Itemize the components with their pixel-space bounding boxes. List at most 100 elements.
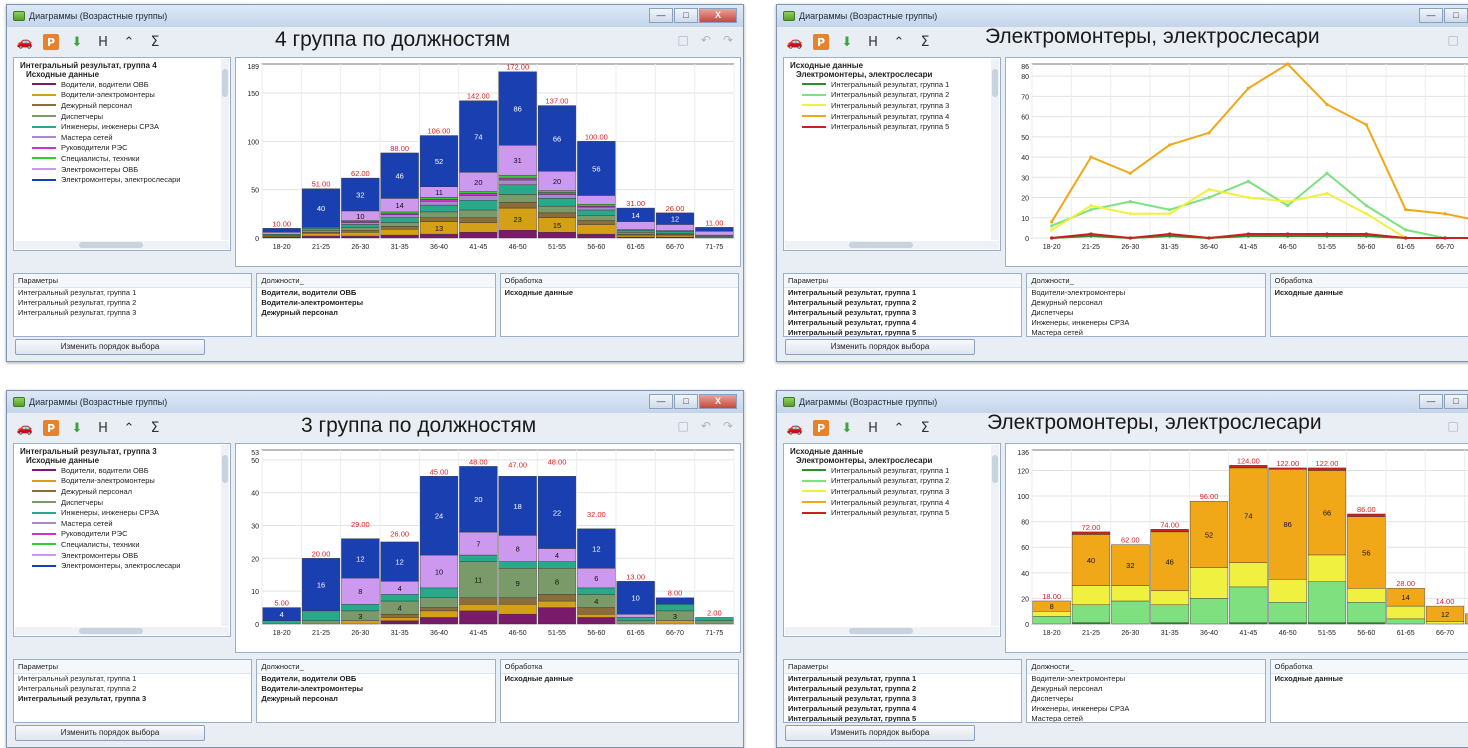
list-item[interactable]: Интегральный результат, группа 2 xyxy=(14,684,251,694)
list-item[interactable]: Мастера сетей xyxy=(1027,328,1264,336)
sigma-icon[interactable]: Σ xyxy=(917,34,933,50)
list-item[interactable]: Дежурный персонал xyxy=(257,694,494,704)
p-report-icon[interactable]: P xyxy=(43,420,59,436)
chart-up-icon[interactable]: ⌃ xyxy=(891,34,907,50)
list-item[interactable]: Диспетчеры xyxy=(1027,308,1264,318)
scroll-thumb[interactable] xyxy=(992,455,998,483)
maximize-button[interactable]: □ xyxy=(674,8,698,23)
change-order-button[interactable]: Изменить порядок выбора xyxy=(15,339,205,355)
minimize-button[interactable]: — xyxy=(1419,8,1443,23)
list-item[interactable]: Дежурный персонал xyxy=(1027,298,1264,308)
positions-pane[interactable]: Должности_ Водители, водители ОВБ Водители… xyxy=(256,273,496,337)
minimize-button[interactable]: — xyxy=(649,394,673,409)
list-item[interactable]: Интегральный результат, группа 2 xyxy=(784,298,1021,308)
legend-item[interactable]: Водители, водители ОВБ xyxy=(14,465,230,476)
download-icon[interactable]: ⬇ xyxy=(839,34,855,50)
legend-item[interactable]: Интегральный результат, группа 3 xyxy=(784,486,1000,497)
close-button[interactable]: X xyxy=(699,8,737,23)
h-icon[interactable]: H xyxy=(865,420,881,436)
list-item[interactable]: Водители, водители ОВБ xyxy=(257,674,494,684)
legend-item[interactable]: Специалисты, техники xyxy=(14,153,230,164)
sigma-icon[interactable]: Σ xyxy=(147,420,163,436)
h-icon[interactable]: H xyxy=(865,34,881,50)
minimize-button[interactable]: — xyxy=(649,8,673,23)
download-icon[interactable]: ⬇ xyxy=(69,34,85,50)
list-item[interactable]: Интегральный результат, группа 2 xyxy=(784,684,1021,694)
legend-item[interactable]: Мастера сетей xyxy=(14,132,230,143)
legend-horizontal-scrollbar[interactable] xyxy=(15,241,229,249)
params-pane[interactable]: Параметры Интегральный результат, группа … xyxy=(13,659,253,723)
legend-item[interactable]: Интегральный результат, группа 4 xyxy=(784,111,1000,122)
processing-pane[interactable]: Обработка Исходные данные xyxy=(1269,273,1468,337)
legend-item[interactable]: Интегральный результат, группа 3 xyxy=(784,100,1000,111)
legend-vertical-scrollbar[interactable] xyxy=(221,445,229,626)
list-item[interactable]: Интегральный результат, группа 4 xyxy=(784,704,1021,714)
processing-pane[interactable]: Обработка Исходные данные xyxy=(499,273,739,337)
change-order-button[interactable]: Изменить порядок выбора xyxy=(785,339,975,355)
list-item[interactable]: Интегральный результат, группа 1 xyxy=(14,674,251,684)
params-pane[interactable]: Параметры Интегральный результат, группа … xyxy=(783,273,1023,337)
car-icon[interactable]: 🚗 xyxy=(17,420,33,436)
list-item[interactable]: Интегральный результат, группа 3 xyxy=(14,694,251,704)
scroll-thumb[interactable] xyxy=(222,69,228,97)
legend-item[interactable]: Инженеры, инженеры СРЗА xyxy=(14,121,230,132)
legend-item[interactable]: Диспетчеры xyxy=(14,497,230,508)
legend-horizontal-scrollbar[interactable] xyxy=(785,241,999,249)
close-button[interactable]: X xyxy=(699,394,737,409)
list-item[interactable]: Водители-электромонтеры xyxy=(1027,674,1264,684)
restore-view-icon[interactable]: □ xyxy=(1448,33,1459,47)
legend-item[interactable]: Интегральный результат, группа 2 xyxy=(784,90,1000,101)
legend-item[interactable]: Диспетчеры xyxy=(14,111,230,122)
car-icon[interactable]: 🚗 xyxy=(787,420,803,436)
maximize-button[interactable]: □ xyxy=(1444,394,1468,409)
legend-item[interactable]: Руководители РЭС xyxy=(14,529,230,540)
processing-pane[interactable]: Обработка Исходные данные xyxy=(499,659,739,723)
legend-vertical-scrollbar[interactable] xyxy=(991,445,999,626)
legend-item[interactable]: Интегральный результат, группа 4 xyxy=(784,497,1000,508)
list-item[interactable]: Интегральный результат, группа 3 xyxy=(784,694,1021,704)
list-item[interactable]: Инженеры, инженеры СРЗА xyxy=(1027,318,1264,328)
scroll-thumb[interactable] xyxy=(79,628,144,634)
positions-pane[interactable]: Должности_ Водители-электромонтеры Дежурны… xyxy=(1026,659,1266,723)
list-item[interactable]: Исходные данные xyxy=(1271,288,1468,298)
maximize-button[interactable]: □ xyxy=(1444,8,1468,23)
sigma-icon[interactable]: Σ xyxy=(917,420,933,436)
legend-item[interactable]: Специалисты, техники xyxy=(14,539,230,550)
scroll-thumb[interactable] xyxy=(849,242,914,248)
list-item[interactable]: Интегральный результат, группа 5 xyxy=(784,714,1021,722)
restore-view-icon[interactable]: □ xyxy=(678,419,689,433)
positions-pane[interactable]: Должности_ Водители-электромонтеры Дежурны… xyxy=(1026,273,1266,337)
redo-icon[interactable]: ↷ xyxy=(723,33,733,47)
legend-item[interactable]: Инженеры, инженеры СРЗА xyxy=(14,507,230,518)
list-item[interactable]: Исходные данные xyxy=(501,288,738,298)
list-item[interactable]: Интегральный результат, группа 1 xyxy=(14,288,251,298)
download-icon[interactable]: ⬇ xyxy=(69,420,85,436)
maximize-button[interactable]: □ xyxy=(674,394,698,409)
redo-icon[interactable]: ↷ xyxy=(723,419,733,433)
list-item[interactable]: Интегральный результат, группа 4 xyxy=(784,318,1021,328)
chart-up-icon[interactable]: ⌃ xyxy=(121,420,137,436)
list-item[interactable]: Интегральный результат, группа 1 xyxy=(784,288,1021,298)
legend-item[interactable]: Электромонтеры ОВБ xyxy=(14,550,230,561)
list-item[interactable]: Водители-электромонтеры xyxy=(257,684,494,694)
restore-view-icon[interactable]: □ xyxy=(1448,419,1459,433)
chart-up-icon[interactable]: ⌃ xyxy=(121,34,137,50)
list-item[interactable]: Интегральный результат, группа 3 xyxy=(784,308,1021,318)
list-item[interactable]: Водители-электромонтеры xyxy=(1027,288,1264,298)
car-icon[interactable]: 🚗 xyxy=(17,34,33,50)
scroll-thumb[interactable] xyxy=(222,455,228,483)
list-item[interactable]: Интегральный результат, группа 5 xyxy=(784,328,1021,336)
legend-item[interactable]: Водители-электромонтеры xyxy=(14,90,230,101)
legend-vertical-scrollbar[interactable] xyxy=(991,59,999,240)
params-pane[interactable]: Параметры Интегральный результат, группа … xyxy=(13,273,253,337)
legend-item[interactable]: Дежурный персонал xyxy=(14,486,230,497)
params-pane[interactable]: Параметры Интегральный результат, группа … xyxy=(783,659,1023,723)
p-report-icon[interactable]: P xyxy=(813,420,829,436)
change-order-button[interactable]: Изменить порядок выбора xyxy=(15,725,205,741)
sigma-icon[interactable]: Σ xyxy=(147,34,163,50)
legend-vertical-scrollbar[interactable] xyxy=(221,59,229,240)
processing-pane[interactable]: Обработка Исходные данные xyxy=(1269,659,1468,723)
legend-item[interactable]: Электромонтеры, электрослесари xyxy=(14,560,230,571)
h-icon[interactable]: H xyxy=(95,420,111,436)
scroll-thumb[interactable] xyxy=(79,242,144,248)
